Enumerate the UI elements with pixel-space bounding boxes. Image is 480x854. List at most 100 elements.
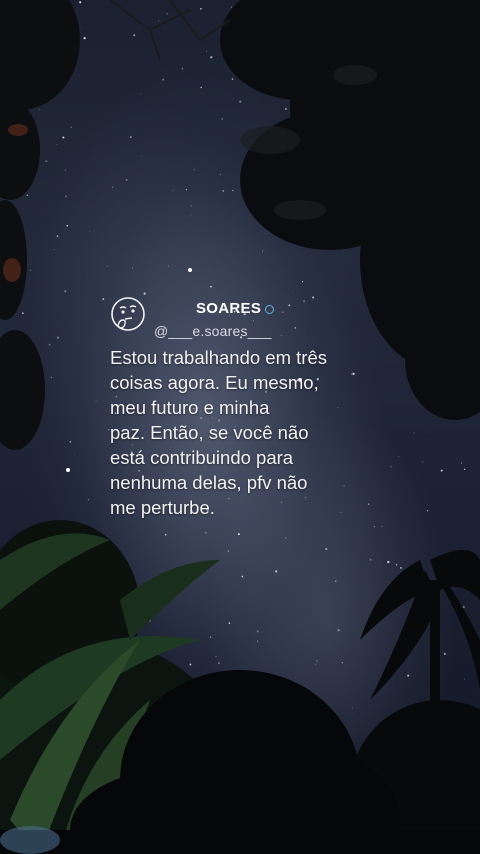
star: [38, 108, 40, 110]
star: [66, 224, 69, 227]
star: [232, 189, 234, 192]
star: [337, 629, 340, 632]
star: [45, 160, 48, 163]
star: [373, 526, 375, 528]
star: [56, 235, 59, 237]
star: [228, 622, 231, 624]
star: [440, 469, 443, 472]
star: [315, 663, 317, 665]
star: [56, 143, 58, 145]
star: [398, 456, 400, 457]
star: [26, 194, 29, 196]
verified-badge-icon: [265, 304, 275, 314]
star: [369, 558, 372, 561]
star: [140, 93, 142, 95]
star: [30, 269, 32, 271]
star: [168, 265, 170, 267]
star: [219, 174, 221, 176]
star: [227, 550, 229, 552]
star: [204, 531, 207, 534]
star: [341, 662, 343, 664]
star: [395, 564, 398, 566]
star: [210, 56, 213, 59]
star: [131, 267, 134, 269]
star: [284, 108, 287, 110]
star: [21, 312, 24, 315]
star: [106, 265, 108, 267]
bright-star: [66, 468, 70, 472]
star: [70, 126, 72, 128]
star: [210, 285, 212, 288]
star: [162, 78, 165, 81]
star: [62, 136, 65, 139]
star: [133, 34, 136, 37]
thinking-face-icon: [111, 297, 145, 331]
star: [190, 215, 192, 216]
star: [209, 636, 212, 638]
star: [241, 575, 244, 578]
bare-twigs: [109, 0, 231, 61]
star: [443, 652, 446, 655]
star: [231, 78, 234, 80]
star: [64, 169, 67, 171]
star: [89, 230, 90, 232]
star: [230, 6, 232, 8]
star: [181, 67, 184, 70]
star: [141, 155, 143, 157]
tree-branches-top-left: [0, 0, 80, 450]
star: [206, 50, 207, 52]
star: [302, 281, 304, 283]
star: [64, 290, 67, 293]
star: [222, 190, 225, 192]
star: [158, 20, 160, 22]
star: [189, 663, 192, 666]
tweet-header: SOARES @___e.soares___: [110, 296, 380, 339]
star: [464, 678, 466, 680]
star: [200, 86, 203, 89]
star: [381, 525, 383, 527]
star: [462, 605, 465, 609]
tweet-author: SOARES @___e.soares___: [154, 296, 275, 339]
tweet-text: Estou trabalhando em três coisas agora. …: [110, 347, 327, 518]
star: [218, 662, 220, 664]
star: [292, 291, 294, 293]
star: [102, 298, 105, 301]
star: [111, 186, 114, 188]
star: [69, 441, 72, 443]
star: [166, 13, 168, 15]
star: [53, 249, 55, 250]
star: [65, 195, 67, 198]
star: [335, 580, 337, 582]
star: [185, 189, 187, 191]
star: [80, 28, 82, 29]
star: [215, 655, 217, 658]
star: [193, 168, 196, 171]
star: [200, 7, 202, 10]
star: [56, 336, 60, 339]
star: [275, 570, 278, 573]
star: [221, 118, 223, 120]
light-glow-bottom-left: [0, 826, 60, 854]
star: [407, 674, 410, 677]
display-name: SOARES: [196, 300, 262, 317]
night-sky-background: SOARES @___e.soares___ Estou trabalhando…: [0, 0, 480, 854]
star: [256, 630, 259, 633]
user-handle: @___e.soares___: [154, 323, 272, 339]
star: [284, 537, 287, 539]
star: [50, 376, 53, 378]
star: [125, 178, 128, 181]
star: [87, 499, 89, 501]
tweet-card: SOARES @___e.soares___ Estou trabalhando…: [110, 296, 380, 520]
star: [387, 560, 390, 564]
display-name-row: SOARES: [196, 300, 275, 317]
star: [83, 36, 86, 40]
star: [172, 189, 174, 192]
bright-star: [188, 268, 192, 272]
star: [95, 400, 97, 402]
star: [390, 466, 392, 468]
star: [426, 510, 429, 512]
star: [237, 533, 240, 536]
star: [48, 343, 51, 346]
star: [190, 205, 192, 207]
star: [74, 454, 75, 455]
